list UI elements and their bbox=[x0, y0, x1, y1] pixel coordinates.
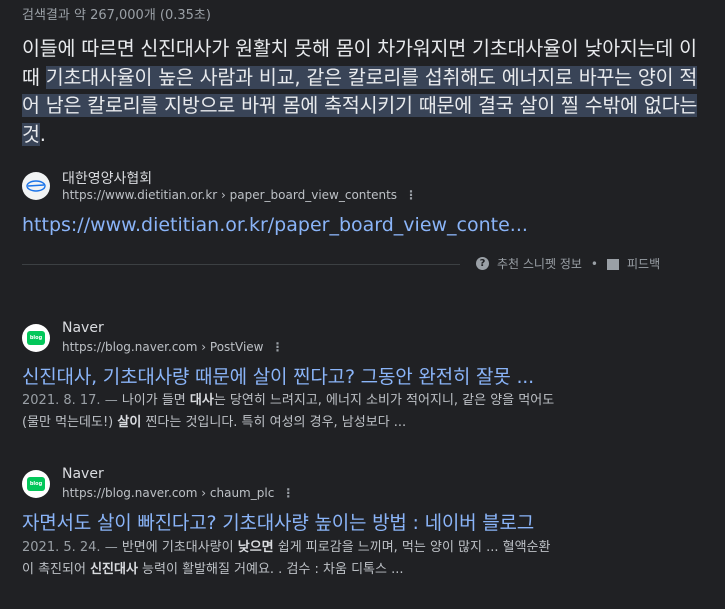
more-vert-icon[interactable]: ⋮ bbox=[271, 340, 283, 354]
result-url-text: https://blog.naver.com › PostView bbox=[62, 340, 264, 354]
naver-blog-icon: blog bbox=[22, 470, 50, 498]
snippet-end: . bbox=[39, 122, 46, 146]
desc-text: 는 당연히 느려지고, 에너지 소비가 적어지니, 같은 양을 먹어도 bbox=[213, 393, 555, 408]
result-site-name: Naver bbox=[62, 320, 104, 336]
result-url-text: https://blog.naver.com › chaum_plc bbox=[62, 486, 275, 500]
featured-source[interactable]: 대한영양사협회 https://www.dietitian.or.kr › pa… bbox=[22, 168, 422, 208]
desc-bold: 신진대사 bbox=[90, 562, 138, 577]
feedback-icon bbox=[607, 259, 619, 270]
desc-text: 능력이 활발해질 거예요. . 검수 : 차움 디톡스 ... bbox=[137, 562, 404, 577]
featured-url-text: https://www.dietitian.or.kr › paper_boar… bbox=[62, 188, 398, 202]
desc-text: 반면에 기초대사량이 bbox=[121, 540, 238, 555]
featured-link[interactable]: https://www.dietitian.or.kr/paper_board_… bbox=[22, 214, 528, 236]
result-description: 2021. 5. 24. — 반면에 기초대사량이 낮으면 쉽게 피로감을 느끼… bbox=[22, 537, 712, 581]
desc-bold: 대사 bbox=[189, 393, 214, 408]
result-url: https://blog.naver.com › PostView ⋮ bbox=[62, 340, 283, 354]
featured-snippet-text: 이들에 따르면 신진대사가 원활치 못해 몸이 차가워지면 기초대사율이 낮아지… bbox=[22, 35, 712, 149]
result-source[interactable]: blog Naver https://blog.naver.com › Post… bbox=[22, 320, 422, 360]
naver-blog-icon: blog bbox=[22, 324, 50, 352]
result-source[interactable]: blog Naver https://blog.naver.com › chau… bbox=[22, 466, 422, 506]
result-stats: 검색결과 약 267,000개 (0.35초) bbox=[22, 8, 211, 23]
result-title[interactable]: 신진대사, 기초대사량 때문에 살이 찐다고? 그동안 완전히 잘못 ... bbox=[22, 362, 534, 389]
desc-bold: 낮으면 bbox=[237, 540, 274, 555]
result-url: https://blog.naver.com › chaum_plc ⋮ bbox=[62, 486, 294, 500]
result-date: 2021. 5. 24. — bbox=[22, 540, 122, 555]
feedback-link[interactable]: 피드백 bbox=[627, 255, 660, 272]
desc-bold: 살이 bbox=[117, 415, 142, 430]
desc-text: 이 촉진되어 bbox=[22, 562, 91, 577]
snippet-highlight: 기초대사율이 높은 사람과 비교, 같은 칼로리를 섭취해도 에너지로 바꾸는 … bbox=[22, 65, 698, 146]
desc-text: 찐다는 것입니다. 특히 여성의 경우, 남성보다 ... bbox=[141, 415, 407, 430]
more-vert-icon[interactable]: ⋮ bbox=[405, 188, 417, 202]
separator-dot: • bbox=[590, 256, 598, 271]
result-title[interactable]: 자면서도 살이 빠진다고? 기초대사량 높이는 방법 : 네이버 블로그 bbox=[22, 508, 534, 535]
about-featured-snippets[interactable]: 추천 스니펫 정보 bbox=[497, 255, 582, 272]
desc-text: 나이가 들면 bbox=[121, 393, 190, 408]
featured-site-name: 대한영양사협회 bbox=[62, 171, 153, 187]
divider bbox=[22, 264, 460, 265]
desc-text: (물만 먹는데도!) bbox=[22, 415, 118, 430]
result-description: 2021. 8. 17. — 나이가 들면 대사는 당연히 느려지고, 에너지 … bbox=[22, 390, 712, 434]
naver-blog-icon-label: blog bbox=[27, 477, 45, 491]
dietitian-logo-icon bbox=[22, 172, 50, 200]
result-date: 2021. 8. 17. — bbox=[22, 393, 122, 408]
featured-snippet-footer: ? 추천 스니펫 정보 • 피드백 bbox=[476, 255, 660, 272]
help-circle-icon: ? bbox=[476, 257, 489, 270]
desc-text: 쉽게 피로감을 느끼며, 먹는 양이 많지 ... 혈액순환 bbox=[273, 540, 551, 555]
featured-url: https://www.dietitian.or.kr › paper_boar… bbox=[62, 188, 417, 202]
result-site-name: Naver bbox=[62, 466, 104, 482]
naver-blog-icon-label: blog bbox=[27, 331, 45, 345]
more-vert-icon[interactable]: ⋮ bbox=[282, 486, 294, 500]
